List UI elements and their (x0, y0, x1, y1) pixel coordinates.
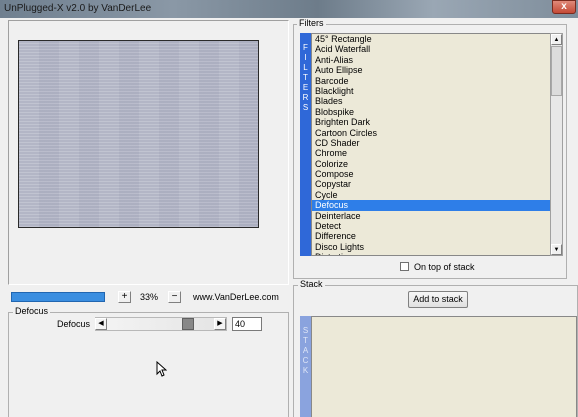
filter-item[interactable]: Auto Ellipse (312, 65, 550, 75)
zoom-level: 33% (140, 292, 159, 302)
filter-item[interactable]: Cycle (312, 190, 550, 200)
add-to-stack-button[interactable]: Add to stack (408, 291, 468, 308)
scroll-down-button[interactable]: ▼ (551, 244, 562, 255)
filter-item[interactable]: Cartoon Circles (312, 128, 550, 138)
zoom-in-button[interactable]: + (118, 291, 131, 303)
filter-item[interactable]: CD Shader (312, 138, 550, 148)
website-link[interactable]: www.VanDerLee.com (193, 292, 279, 302)
vertical-label-letter: F (303, 43, 308, 52)
stack-group-title: Stack (298, 279, 325, 289)
preview-image[interactable] (18, 40, 259, 228)
filter-item[interactable]: Blacklight (312, 86, 550, 96)
filter-item[interactable]: Acid Waterfall (312, 44, 550, 54)
vertical-label-letter: K (302, 366, 309, 375)
defocus-param-label: Defocus (57, 319, 91, 329)
filter-item[interactable]: 45° Rectangle (312, 34, 550, 44)
vertical-label-letter: T (303, 336, 308, 345)
filter-item[interactable]: Blobspike (312, 107, 550, 117)
filter-item[interactable]: Detect (312, 221, 550, 231)
filter-item[interactable]: Distortion (312, 252, 550, 255)
filter-item[interactable]: Deinterlace (312, 211, 550, 221)
close-button[interactable]: x (552, 0, 576, 14)
zoom-out-button[interactable]: − (168, 291, 181, 303)
filter-item[interactable]: Blades (312, 96, 550, 106)
arrow-left-icon: ◀ (98, 320, 104, 327)
close-icon: x (561, 1, 567, 12)
filters-list[interactable]: 45° Rectangle Acid Waterfall Anti-Alias Aut… (311, 33, 551, 256)
vertical-label-letter: L (303, 63, 308, 72)
filter-item[interactable]: Colorize (312, 159, 550, 169)
slider-thumb[interactable] (181, 318, 194, 330)
scroll-thumb[interactable] (551, 46, 562, 96)
zoom-progress-bar (11, 292, 105, 302)
on-top-of-stack-checkbox[interactable] (400, 262, 409, 271)
stack-list[interactable] (311, 316, 577, 417)
slider-left-button[interactable]: ◀ (95, 318, 107, 330)
defocus-group-title: Defocus (13, 306, 51, 316)
stack-vertical-label: STACK (300, 316, 311, 417)
vertical-label-letter: A (302, 346, 309, 355)
vertical-label-letter: S (302, 103, 309, 112)
defocus-slider[interactable] (95, 317, 227, 331)
filters-vertical-label: FILTERS (300, 33, 311, 256)
filter-item[interactable]: Chrome (312, 148, 550, 158)
arrow-right-icon: ▶ (217, 320, 223, 327)
title-bar: UnPlugged-X v2.0 by VanDerLee x (0, 0, 578, 18)
filter-item[interactable]: Disco Lights (312, 242, 550, 252)
on-top-of-stack-label: On top of stack (414, 262, 475, 272)
defocus-value-input[interactable]: 40 (232, 317, 262, 331)
slider-right-button[interactable]: ▶ (214, 318, 226, 330)
filter-item[interactable]: Defocus (312, 200, 550, 211)
filter-item[interactable]: Barcode (312, 76, 550, 86)
vertical-label-letter: T (303, 73, 308, 82)
window-title: UnPlugged-X v2.0 by VanDerLee (4, 3, 152, 14)
filter-item[interactable]: Difference (312, 231, 550, 241)
scroll-up-button[interactable]: ▲ (551, 34, 562, 45)
vertical-label-letter: E (302, 83, 309, 92)
filter-item[interactable]: Compose (312, 169, 550, 179)
filter-item[interactable]: Brighten Dark (312, 117, 550, 127)
mouse-cursor-icon (156, 361, 167, 377)
filter-item[interactable]: Copystar (312, 179, 550, 189)
vertical-label-letter: C (302, 356, 309, 365)
vertical-label-letter: R (302, 93, 309, 102)
filters-group-title: Filters (297, 18, 326, 28)
vertical-label-letter: I (304, 53, 307, 62)
filter-item[interactable]: Anti-Alias (312, 55, 550, 65)
vertical-label-letter: S (302, 326, 309, 335)
filters-scrollbar[interactable]: ▲ ▼ (550, 33, 563, 256)
